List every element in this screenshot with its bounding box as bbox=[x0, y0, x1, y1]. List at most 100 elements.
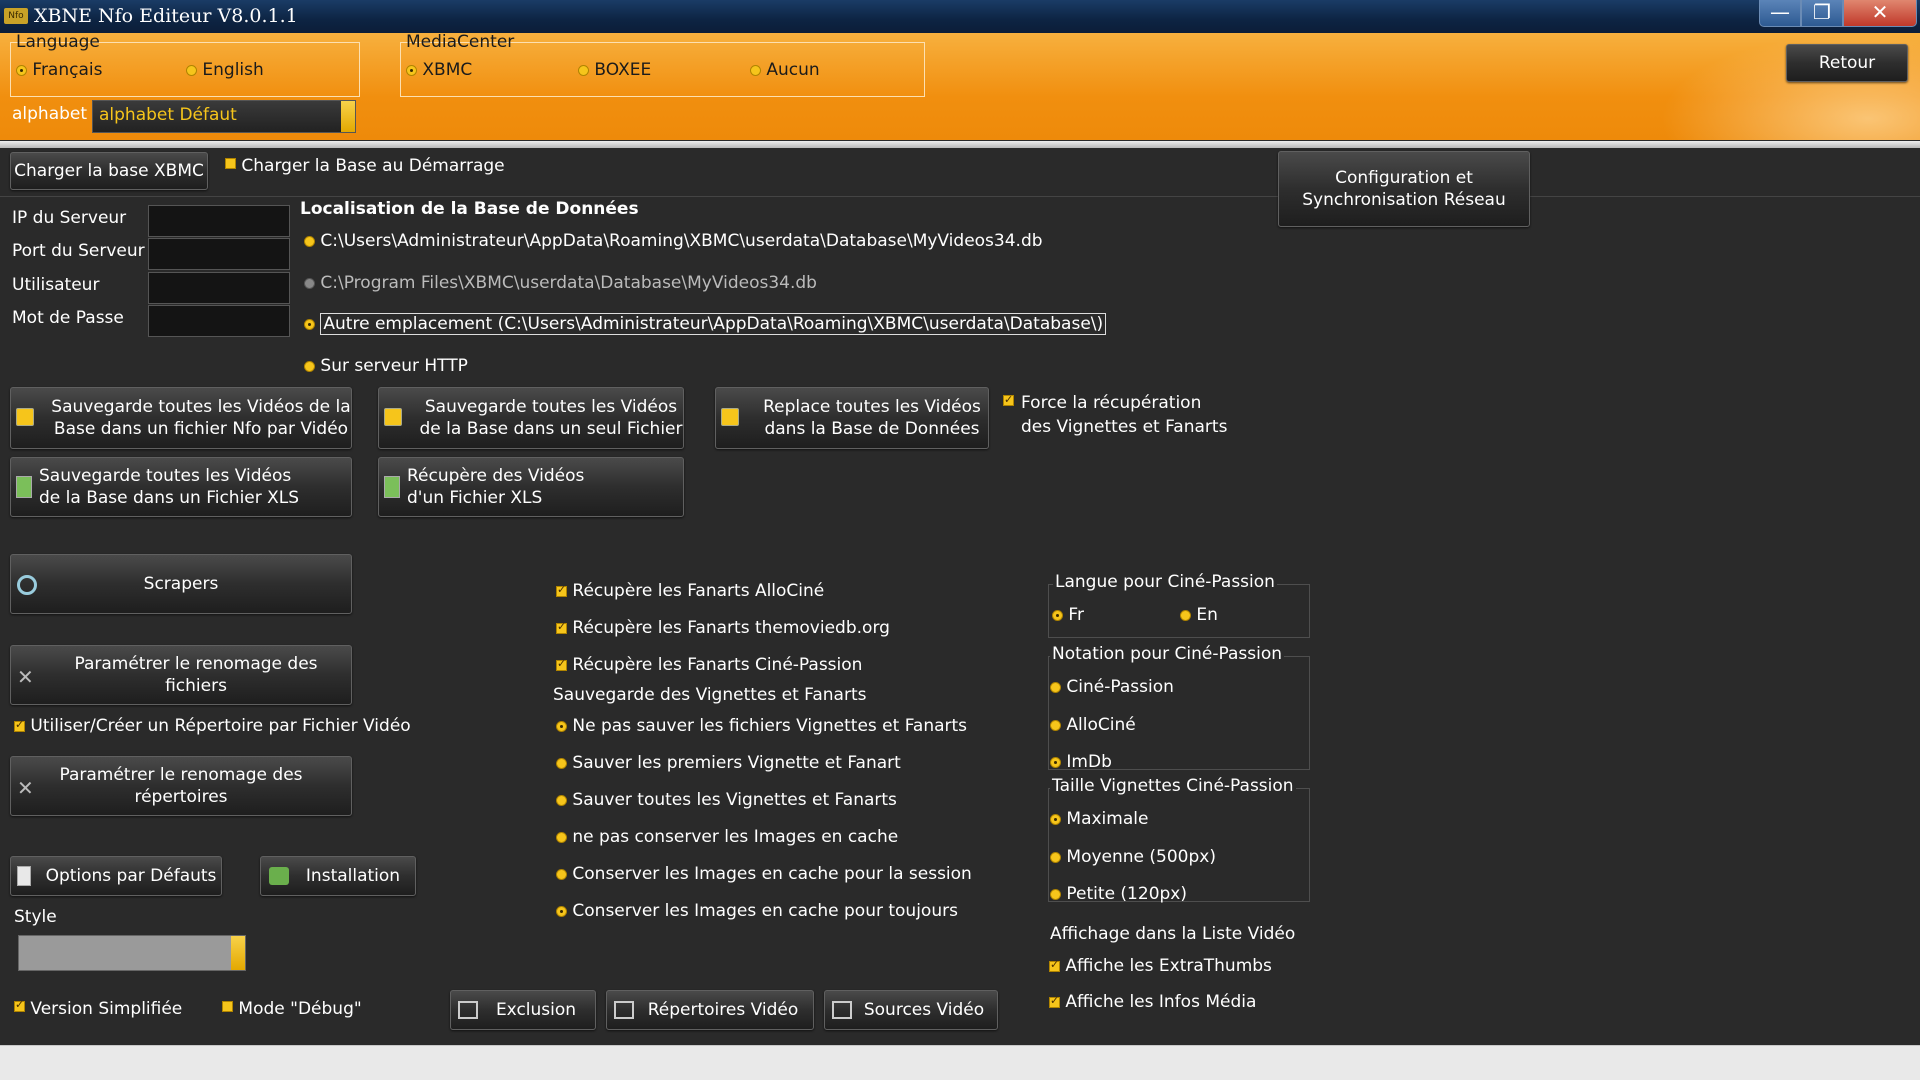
cp-rating-title: Notation pour Ciné-Passion bbox=[1050, 644, 1285, 664]
exclusion-button[interactable]: Exclusion bbox=[450, 990, 596, 1030]
cp-rating-option-allocine[interactable]: AlloCiné bbox=[1050, 715, 1136, 735]
header-separator bbox=[0, 141, 1920, 148]
radio-icon bbox=[304, 277, 315, 289]
radio-icon bbox=[1050, 888, 1061, 900]
default-options-button[interactable]: Options par Défauts bbox=[10, 856, 222, 896]
db-location-option-1[interactable]: C:\Users\Administrateur\AppData\Roaming\… bbox=[304, 231, 1043, 251]
radio-icon bbox=[556, 794, 567, 806]
cp-rating-option-imdb[interactable]: ImDb bbox=[1050, 752, 1112, 772]
close-button[interactable]: ✕ bbox=[1843, 0, 1917, 27]
dropdown-arrow-icon[interactable] bbox=[231, 936, 245, 970]
radio-icon bbox=[556, 905, 567, 917]
cache-option-3[interactable]: Conserver les Images en cache pour toujo… bbox=[556, 901, 958, 921]
simplified-version-checkbox[interactable]: Version Simplifiée bbox=[14, 998, 182, 1019]
magnifier-icon bbox=[17, 575, 37, 595]
folder-icon bbox=[16, 408, 34, 426]
grid-icon bbox=[458, 1001, 478, 1019]
installation-button[interactable]: Installation bbox=[260, 856, 416, 896]
network-config-button[interactable]: Configuration et Synchronisation Réseau bbox=[1278, 151, 1530, 227]
alphabet-label: alphabet bbox=[12, 104, 88, 124]
checkbox-icon bbox=[556, 620, 567, 634]
document-icon bbox=[17, 866, 31, 886]
language-option-english[interactable]: English bbox=[186, 60, 264, 80]
window-title: XBNE Nfo Editeur V8.0.1.1 bbox=[34, 5, 298, 27]
load-on-start-checkbox[interactable]: Charger la Base au Démarrage bbox=[225, 156, 505, 176]
save-nfo-per-video-button[interactable]: Sauvegarde toutes les Vidéos de la Base … bbox=[10, 387, 352, 449]
server-ip-input[interactable] bbox=[148, 205, 290, 237]
fanart-allocine-checkbox[interactable]: Récupère les Fanarts AlloCiné bbox=[556, 581, 824, 601]
cp-language-option-fr[interactable]: Fr bbox=[1052, 605, 1084, 625]
save-single-file-button[interactable]: Sauvegarde toutes les Vidéos de la Base … bbox=[378, 387, 684, 449]
cache-option-1[interactable]: ne pas conserver les Images en cache bbox=[556, 827, 898, 847]
style-label: Style bbox=[14, 907, 57, 927]
password-input[interactable] bbox=[148, 305, 290, 337]
radio-icon bbox=[304, 318, 315, 330]
maximize-button[interactable]: ❐ bbox=[1801, 0, 1843, 27]
alphabet-select[interactable]: alphabet Défaut bbox=[92, 100, 356, 133]
force-fetch-checkbox[interactable]: Force la récupération des Vignettes et F… bbox=[1003, 392, 1227, 440]
media-info-checkbox[interactable]: Affiche les Infos Média bbox=[1049, 992, 1256, 1012]
cp-thumb-size-option-medium[interactable]: Moyenne (500px) bbox=[1050, 847, 1216, 867]
use-dir-per-video-checkbox[interactable]: Utiliser/Créer un Répertoire par Fichier… bbox=[14, 716, 411, 736]
minimize-button[interactable]: — bbox=[1759, 0, 1801, 27]
radio-icon bbox=[1050, 719, 1061, 731]
radio-icon bbox=[304, 360, 315, 372]
replace-videos-button[interactable]: Replace toutes les Vidéos dans la Base d… bbox=[715, 387, 989, 449]
load-xbmc-base-button[interactable]: Charger la base XBMC bbox=[10, 152, 208, 190]
dropdown-arrow-icon[interactable] bbox=[341, 101, 355, 132]
radio-icon bbox=[1052, 609, 1063, 621]
cp-language-option-en[interactable]: En bbox=[1180, 605, 1218, 625]
radio-icon bbox=[1050, 851, 1061, 863]
server-port-input[interactable] bbox=[148, 238, 290, 270]
grid-icon bbox=[614, 1001, 634, 1019]
server-ip-label: IP du Serveur bbox=[12, 208, 127, 228]
cp-rating-option-cinepassion[interactable]: Ciné-Passion bbox=[1050, 677, 1174, 697]
thumb-save-option-3[interactable]: Sauver toutes les Vignettes et Fanarts bbox=[556, 790, 897, 810]
fanart-cinepassion-checkbox[interactable]: Récupère les Fanarts Ciné-Passion bbox=[556, 655, 862, 675]
cache-option-2[interactable]: Conserver les Images en cache pour la se… bbox=[556, 864, 972, 884]
grid-icon bbox=[832, 1001, 852, 1019]
radio-icon bbox=[304, 235, 315, 247]
radio-icon bbox=[556, 868, 567, 880]
spreadsheet-icon bbox=[384, 476, 400, 498]
save-xls-button[interactable]: Sauvegarde toutes les Vidéos de la Base … bbox=[10, 457, 352, 517]
db-location-option-4[interactable]: Sur serveur HTTP bbox=[304, 356, 468, 376]
section-divider bbox=[0, 196, 1920, 197]
password-label: Mot de Passe bbox=[12, 308, 124, 328]
cp-language-group bbox=[1048, 584, 1310, 638]
rename-dirs-button[interactable]: ✕ Paramétrer le renomage des répertoires bbox=[10, 756, 352, 816]
status-bar bbox=[0, 1045, 1920, 1080]
debug-mode-checkbox[interactable]: Mode "Débug" bbox=[222, 999, 362, 1019]
db-location-title: Localisation de la Base de Données bbox=[300, 199, 639, 219]
style-select[interactable] bbox=[18, 935, 246, 971]
tools-icon: ✕ bbox=[17, 665, 34, 689]
mediacenter-option-xbmc[interactable]: XBMC bbox=[406, 60, 472, 80]
thumb-save-option-1[interactable]: Ne pas sauver les fichiers Vignettes et … bbox=[556, 716, 967, 736]
radio-icon bbox=[578, 64, 589, 76]
checkbox-icon bbox=[225, 158, 236, 169]
load-xls-button[interactable]: Récupère des Vidéos d'un Fichier XLS bbox=[378, 457, 684, 517]
cp-thumb-size-option-small[interactable]: Petite (120px) bbox=[1050, 884, 1187, 904]
cp-thumb-size-option-max[interactable]: Maximale bbox=[1050, 809, 1148, 829]
checkbox-icon bbox=[556, 583, 567, 597]
radio-icon bbox=[1050, 813, 1061, 825]
language-option-francais[interactable]: Français bbox=[16, 60, 102, 80]
user-input[interactable] bbox=[148, 272, 290, 304]
db-location-option-3[interactable]: Autre emplacement (C:\Users\Administrate… bbox=[304, 313, 1107, 335]
retour-button[interactable]: Retour bbox=[1786, 44, 1908, 82]
video-dirs-button[interactable]: Répertoires Vidéo bbox=[606, 990, 814, 1030]
radio-icon bbox=[1050, 681, 1061, 693]
cp-thumb-size-title: Taille Vignettes Ciné-Passion bbox=[1050, 776, 1296, 796]
scrapers-button[interactable]: Scrapers bbox=[10, 554, 352, 614]
extrathumbs-checkbox[interactable]: Affiche les ExtraThumbs bbox=[1049, 956, 1272, 976]
rename-files-button[interactable]: ✕ Paramétrer le renomage des fichiers bbox=[10, 645, 352, 705]
fanart-tmdb-checkbox[interactable]: Récupère les Fanarts themoviedb.org bbox=[556, 618, 890, 638]
tools-icon: ✕ bbox=[17, 776, 34, 800]
checkbox-icon bbox=[556, 657, 567, 671]
list-display-title: Affichage dans la Liste Vidéo bbox=[1050, 924, 1296, 944]
video-sources-button[interactable]: Sources Vidéo bbox=[824, 990, 998, 1030]
mediacenter-option-boxee[interactable]: BOXEE bbox=[578, 60, 651, 80]
thumb-save-title: Sauvegarde des Vignettes et Fanarts bbox=[553, 685, 867, 705]
mediacenter-option-aucun[interactable]: Aucun bbox=[750, 60, 820, 80]
thumb-save-option-2[interactable]: Sauver les premiers Vignette et Fanart bbox=[556, 753, 901, 773]
